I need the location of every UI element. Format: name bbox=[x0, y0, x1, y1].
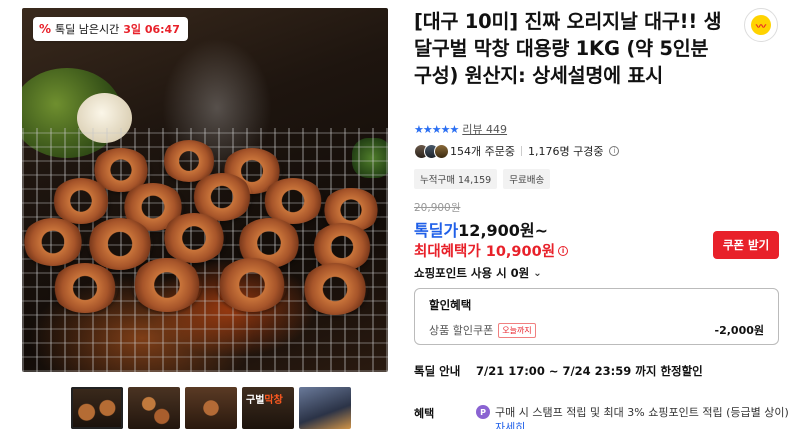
product-tags: 누적구매 14,159 무료배송 bbox=[414, 169, 551, 189]
deal-price-value: 12,900원~ bbox=[458, 221, 549, 240]
product-main-image bbox=[22, 8, 388, 372]
get-coupon-button[interactable]: 쿠폰 받기 bbox=[713, 231, 779, 259]
info-icon[interactable]: i bbox=[609, 146, 620, 156]
original-price: 20,900원 bbox=[414, 202, 461, 214]
thumbnail-1[interactable] bbox=[71, 387, 123, 429]
chevron-down-icon: ⌄ bbox=[533, 267, 542, 279]
today-only-chip: 오늘까지 bbox=[498, 322, 536, 338]
seller-logo[interactable]: 〰 bbox=[744, 8, 778, 42]
deal-info-label: 톡딜 안내 bbox=[414, 364, 461, 378]
perk-text: 구매 시 스탬프 적립 및 최대 3% 쇼핑포인트 적립 (등급별 상이) 자세… bbox=[495, 405, 795, 429]
benefit-line: 상품 할인쿠폰 오늘까지 -2,000원 bbox=[429, 322, 764, 338]
info-icon[interactable]: i bbox=[558, 245, 569, 256]
discount-benefit-box: 할인혜택 상품 할인쿠폰 오늘까지 -2,000원 bbox=[414, 288, 779, 345]
perk-label: 혜택 bbox=[414, 407, 435, 420]
thumbnail-2[interactable] bbox=[128, 387, 180, 429]
viewers-count: 1,176명 구경중 bbox=[527, 145, 604, 158]
benefit-line-label: 상품 할인쿠폰 bbox=[429, 324, 494, 337]
deal-timer-badge: % 톡딜 남은시간 3일 06:47 bbox=[33, 17, 188, 41]
thumbnail-3[interactable] bbox=[185, 387, 237, 429]
rating-stars-icon: ★★★★★ bbox=[414, 122, 459, 136]
deal-info-row: 톡딜 안내 7/21 17:00 ~ 7/24 23:59 까지 한정할인 bbox=[414, 363, 703, 379]
discount-percent-icon: % bbox=[39, 22, 52, 36]
activity-stats: 154개 주문중 1,176명 구경중 i bbox=[414, 143, 620, 159]
product-title: [대구 10미] 진짜 오리지날 대구!! 생 달구벌 막창 대용량 1KG (… bbox=[414, 10, 722, 87]
benefit-amount: -2,000원 bbox=[714, 324, 764, 337]
makchang-piece bbox=[302, 263, 368, 315]
points-label: 쇼핑포인트 사용 시 0원 bbox=[414, 266, 530, 280]
tag-free-shipping: 무료배송 bbox=[503, 169, 551, 189]
perk-row: 혜택 P 구매 시 스탬프 적립 및 최대 3% 쇼핑포인트 적립 (등급별 상… bbox=[414, 405, 795, 429]
deal-price: 톡딜가12,900원~ bbox=[414, 217, 548, 241]
makchang-piece bbox=[132, 258, 202, 312]
points-p-icon: P bbox=[476, 405, 490, 419]
divider bbox=[520, 146, 522, 156]
orders-count: 154개 주문중 bbox=[450, 145, 515, 158]
makchang-piece bbox=[162, 213, 226, 263]
makchang-piece bbox=[87, 218, 153, 270]
deal-info-value: 7/21 17:00 ~ 7/24 23:59 까지 한정할인 bbox=[476, 364, 703, 378]
rating-row: ★★★★★ 리뷰 449 bbox=[414, 121, 507, 137]
makchang-piece bbox=[217, 258, 287, 312]
buyer-avatars bbox=[414, 143, 449, 159]
seller-logo-icon: 〰 bbox=[751, 15, 771, 35]
max-benefit-price: 최대혜택가 10,900원 i bbox=[414, 240, 569, 261]
review-link[interactable]: 리뷰 449 bbox=[462, 121, 507, 137]
benefit-title: 할인혜택 bbox=[429, 298, 472, 312]
makchang-piece bbox=[22, 218, 84, 266]
makchang-piece bbox=[52, 263, 118, 313]
thumbnail-5[interactable] bbox=[299, 387, 351, 429]
timer-label: 톡딜 남은시간 bbox=[55, 23, 120, 36]
tag-cumulative-purchases: 누적구매 14,159 bbox=[414, 169, 498, 189]
timer-value: 3일 06:47 bbox=[123, 23, 180, 36]
makchang-piece bbox=[52, 178, 110, 224]
points-dropdown[interactable]: 쇼핑포인트 사용 시 0원 ⌄ bbox=[414, 265, 542, 281]
thumbnail-4-label: 구벌막창 bbox=[246, 395, 283, 406]
perk-more-link[interactable]: 자세히 bbox=[495, 421, 525, 429]
thumbnail-4[interactable]: 구벌막창 bbox=[242, 387, 294, 429]
thumbnail-strip: 구벌막창 bbox=[71, 387, 351, 429]
max-benefit-price-text: 최대혜택가 10,900원 bbox=[414, 244, 556, 260]
deal-price-label: 톡딜가 bbox=[414, 221, 459, 240]
